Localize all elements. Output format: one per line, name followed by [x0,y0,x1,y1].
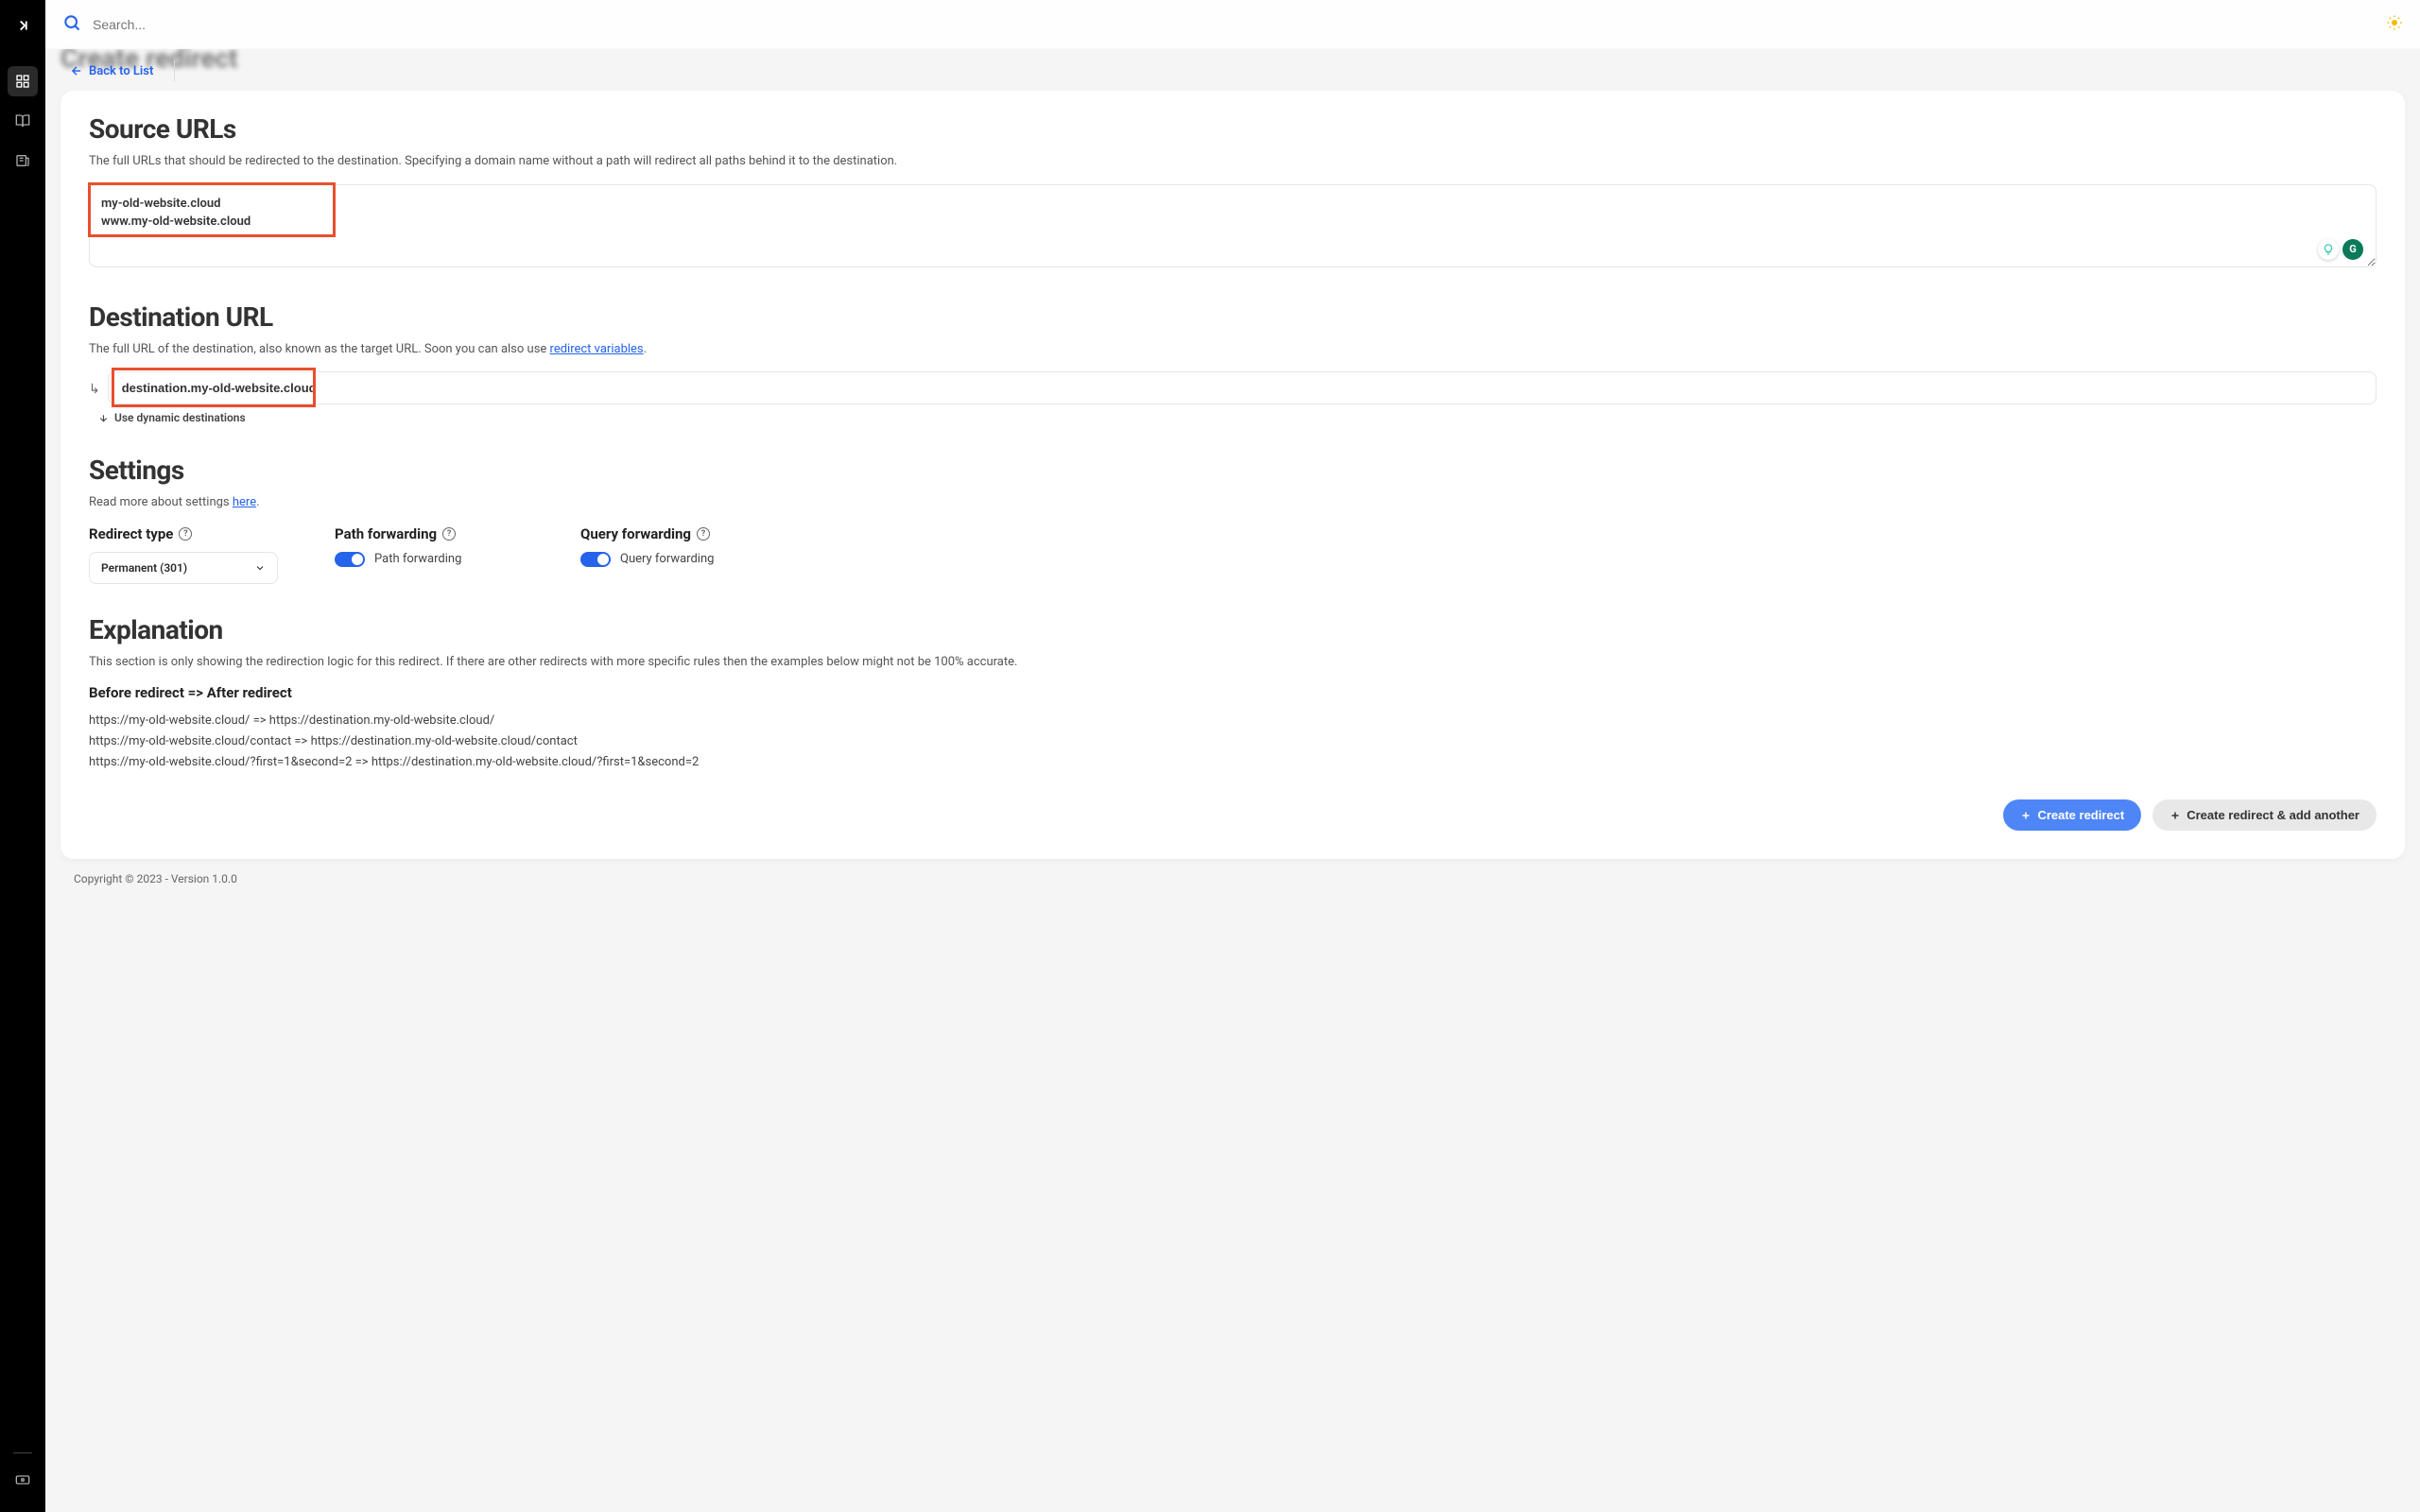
settings-desc: Read more about settings here. [89,493,2377,512]
path-forwarding-group: Path forwarding ? Path forwarding [335,525,524,584]
help-icon[interactable]: ? [697,527,710,541]
explanation-example-line: https://my-old-website.cloud/contact => … [89,731,2377,752]
explanation-title: Explanation [89,614,2377,645]
grammarly-lightbulb-icon[interactable] [2318,239,2339,260]
destination-url-title: Destination URL [89,301,2377,333]
search-icon[interactable] [62,13,81,36]
destination-desc-post: . [644,342,647,356]
destination-arrow-icon: ↳ [89,382,100,397]
sidebar-divider [13,1452,32,1453]
redirect-type-value: Permanent (301) [101,561,187,575]
sidebar-nav-bottom[interactable] [8,1465,38,1495]
section-explanation: Explanation This section is only showing… [89,614,2377,774]
help-icon[interactable]: ? [442,527,456,541]
create-another-button-label: Create redirect & add another [2187,808,2360,822]
source-urls-desc: The full URLs that should be redirected … [89,152,2377,171]
path-forwarding-label-text: Path forwarding [335,525,437,542]
query-forwarding-label-text: Query forwarding [580,525,691,542]
copyright-footer: Copyright © 2023 - Version 1.0.0 [74,872,2405,885]
source-urls-title: Source URLs [89,113,2377,145]
create-and-add-another-button[interactable]: Create redirect & add another [2152,799,2377,831]
help-icon[interactable]: ? [179,527,192,541]
query-forwarding-toggle-label: Query forwarding [620,552,714,566]
redirect-type-label-text: Redirect type [89,525,173,542]
query-forwarding-toggle[interactable] [580,552,611,567]
redirect-type-group: Redirect type ? Permanent (301) [89,525,278,584]
topbar [45,0,2420,49]
destination-url-desc: The full URL of the destination, also kn… [89,340,2377,359]
search-input[interactable] [93,17,2386,32]
theme-toggle-button[interactable] [2386,14,2403,35]
destination-url-input[interactable] [108,371,2377,404]
back-to-list-link[interactable]: Back to List [70,60,175,81]
sidebar-expand-button[interactable] [14,17,31,38]
back-link-label: Back to List [89,64,153,78]
create-button-label: Create redirect [2037,808,2124,822]
explanation-example-line: https://my-old-website.cloud/?first=1&se… [89,752,2377,773]
settings-here-link[interactable]: here [233,495,256,509]
query-forwarding-label: Query forwarding ? [580,525,769,542]
form-card: Source URLs The full URLs that should be… [60,91,2405,859]
path-forwarding-toggle[interactable] [335,552,365,567]
section-source-urls: Source URLs The full URLs that should be… [89,113,2377,271]
explanation-example-line: https://my-old-website.cloud/ => https:/… [89,711,2377,731]
explanation-desc: This section is only showing the redirec… [89,653,2377,672]
redirect-type-label: Redirect type ? [89,525,278,542]
redirect-variables-link[interactable]: redirect variables [550,342,644,356]
redirect-type-select[interactable]: Permanent (301) [89,552,278,584]
explanation-examples: https://my-old-website.cloud/ => https:/… [89,711,2377,773]
settings-desc-post: . [256,495,259,509]
path-forwarding-label: Path forwarding ? [335,525,524,542]
source-urls-textarea[interactable] [89,184,2377,267]
form-actions: Create redirect Create redirect & add an… [89,799,2377,831]
sidebar-nav-dashboard[interactable] [8,66,38,96]
before-after-heading: Before redirect => After redirect [89,684,2377,701]
use-dynamic-destinations-link[interactable]: Use dynamic destinations [98,411,2377,424]
destination-desc-pre: The full URL of the destination, also kn… [89,342,550,356]
path-forwarding-toggle-label: Path forwarding [374,552,461,566]
settings-desc-pre: Read more about settings [89,495,233,509]
query-forwarding-group: Query forwarding ? Query forwarding [580,525,769,584]
sidebar [0,0,45,1512]
dynamic-destinations-label: Use dynamic destinations [114,411,246,424]
sidebar-nav-book[interactable] [8,106,38,136]
section-settings: Settings Read more about settings here. … [89,455,2377,584]
section-destination-url: Destination URL The full URL of the dest… [89,301,2377,425]
create-redirect-button[interactable]: Create redirect [2003,799,2141,831]
settings-title: Settings [89,455,2377,486]
sidebar-nav-news[interactable] [8,146,38,176]
grammarly-g-icon[interactable]: G [2342,239,2363,260]
grammarly-overlay: G [2318,239,2363,260]
